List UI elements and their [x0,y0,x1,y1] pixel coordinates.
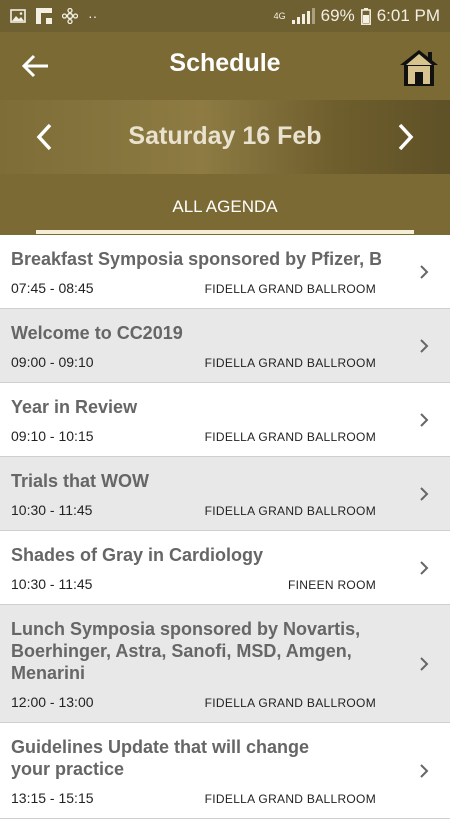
session-time: 09:10 - 10:15 [11,428,94,444]
title-bar: Schedule [0,32,450,100]
session-time: 12:00 - 13:00 [11,694,94,710]
chevron-right-icon [420,265,429,279]
more-notifications-icon: ·· [88,8,98,24]
session-title: Trials that WOW [11,471,150,491]
signal-icon [291,8,315,24]
session-title: Year in Review [11,397,138,417]
session-time: 10:30 - 11:45 [11,502,93,518]
battery-icon [360,7,371,25]
session-room: FIDELLA GRAND BALLROOM [204,504,376,518]
status-bar: ·· 4G 69% 6:01 PM [0,0,450,32]
agenda-list: Breakfast Symposia sponsored by Pfizer, … [0,235,450,819]
date-selector: Saturday 16 Feb [0,100,450,174]
next-day-chevron-icon[interactable] [390,118,420,156]
session-time: 09:00 - 09:10 [11,354,94,370]
session-room: FIDELLA GRAND BALLROOM [204,696,376,710]
session-title: Welcome to CC2019 [11,323,183,343]
settings-notification-icon [62,8,78,24]
chevron-right-icon [420,413,429,427]
session-room: FIDELLA GRAND BALLROOM [204,282,376,296]
agenda-item[interactable]: Trials that WOW 10:30 - 11:45 FIDELLA GR… [0,457,450,531]
notification-icons: ·· [0,8,97,24]
image-notification-icon [10,9,26,23]
agenda-item[interactable]: Lunch Symposia sponsored by Novartis, Bo… [0,605,450,723]
tab-all-agenda[interactable]: ALL AGENDA [36,174,414,235]
session-room: FIDELLA GRAND BALLROOM [204,792,376,806]
session-title: Shades of Gray in Cardiology [11,545,264,565]
battery-percent: 69% [320,6,355,25]
chevron-right-icon [420,339,429,353]
session-title: Guidelines Update that will change your … [11,737,310,779]
chevron-right-icon [420,487,429,501]
home-icon[interactable] [398,48,440,88]
session-room: FIDELLA GRAND BALLROOM [204,356,376,370]
agenda-item[interactable]: Breakfast Symposia sponsored by Pfizer, … [0,235,450,309]
chevron-right-icon [420,657,429,671]
chevron-right-icon [420,764,429,778]
flipboard-notification-icon [36,8,52,24]
chevron-right-icon [420,561,429,575]
agenda-item[interactable]: Welcome to CC2019 09:00 - 09:10 FIDELLA … [0,309,450,383]
agenda-item[interactable]: Guidelines Update that will change your … [0,723,450,819]
session-time: 07:45 - 08:45 [11,280,94,296]
session-title: Breakfast Symposia sponsored by Pfizer, … [11,249,381,269]
session-room: FINEEN ROOM [288,578,376,592]
tab-indicator [36,230,414,234]
session-title: Lunch Symposia sponsored by Novartis, Bo… [11,619,361,683]
selected-date: Saturday 16 Feb [128,122,322,150]
page-title: Schedule [169,49,281,77]
session-time: 13:15 - 15:15 [11,790,94,806]
session-room: FIDELLA GRAND BALLROOM [204,430,376,444]
clock: 6:01 PM [376,6,440,25]
agenda-item[interactable]: Year in Review 09:10 - 10:15 FIDELLA GRA… [0,383,450,457]
app-header: Schedule Saturday 16 Feb ALL AGENDA [0,32,450,235]
session-time: 10:30 - 11:45 [11,576,93,592]
network-type: 4G [273,10,286,21]
agenda-item[interactable]: Shades of Gray in Cardiology 10:30 - 11:… [0,531,450,605]
